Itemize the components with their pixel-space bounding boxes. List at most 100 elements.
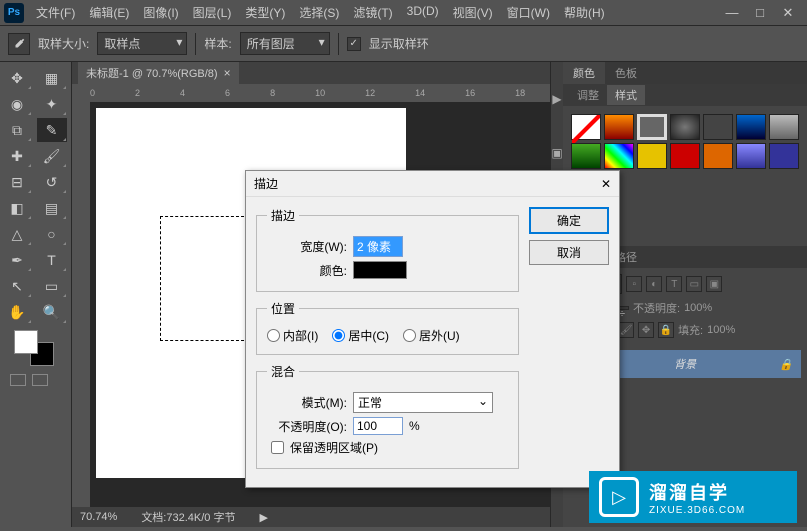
style-swatch[interactable] — [604, 143, 634, 169]
stroke-dialog: 描边 ✕ 描边 宽度(W): 2 像素 颜色: 位置 内部(I) 居中(C) — [245, 170, 620, 488]
filter-adjust-icon[interactable]: ◐ — [646, 276, 662, 292]
divider — [195, 33, 196, 55]
pos-center-radio[interactable]: 居中(C) — [332, 327, 389, 344]
menu-edit[interactable]: 编辑(E) — [83, 2, 135, 23]
style-swatch[interactable] — [736, 114, 766, 140]
quickmask-icon[interactable] — [10, 374, 26, 386]
zoom-tool[interactable]: 🔍 — [37, 300, 67, 324]
select-tool[interactable]: ▦ — [37, 66, 67, 90]
lock-pos-icon[interactable]: ✥ — [638, 322, 654, 338]
filter-type-icon[interactable]: T — [666, 276, 682, 292]
blur-tool[interactable]: △ — [2, 222, 32, 246]
eyedropper-tool[interactable]: ✎ — [37, 118, 67, 142]
hand-tool[interactable]: ✋ — [2, 300, 32, 324]
menu-file[interactable]: 文件(F) — [30, 2, 81, 23]
show-ring-checkbox[interactable]: ✓ — [347, 37, 361, 51]
style-swatch[interactable] — [670, 114, 700, 140]
style-swatch[interactable] — [703, 114, 733, 140]
tab-swatches[interactable]: 色板 — [605, 62, 647, 84]
crop-tool[interactable]: ⧉ — [2, 118, 32, 142]
opacity-input[interactable] — [353, 417, 403, 435]
ok-button[interactable]: 确定 — [529, 207, 609, 234]
preserve-checkbox[interactable] — [271, 441, 284, 454]
menu-type[interactable]: 类型(Y) — [239, 2, 291, 23]
position-legend: 位置 — [267, 300, 299, 317]
tab-close-icon[interactable]: × — [224, 66, 231, 80]
lasso-tool[interactable]: ◉ — [2, 92, 32, 116]
menu-layer[interactable]: 图层(L) — [187, 2, 238, 23]
strip-icon[interactable]: ▶ — [552, 92, 561, 106]
style-swatch[interactable] — [769, 143, 799, 169]
maximize-button[interactable]: □ — [751, 5, 769, 21]
style-swatch[interactable] — [637, 143, 667, 169]
heal-tool[interactable]: ✚ — [2, 144, 32, 168]
filter-image-icon[interactable]: ▫ — [626, 276, 642, 292]
brush-tool[interactable]: 🖌 — [37, 144, 67, 168]
dialog-title: 描边 — [254, 175, 278, 192]
menu-3d[interactable]: 3D(D) — [401, 2, 445, 23]
opacity-label: 不透明度(O): — [267, 418, 347, 435]
shape-tool[interactable]: ▭ — [37, 274, 67, 298]
lock-pixels-icon[interactable]: 🖌 — [618, 322, 634, 338]
pos-inside-radio[interactable]: 内部(I) — [267, 327, 318, 344]
pos-outside-radio[interactable]: 居外(U) — [403, 327, 460, 344]
history-tool[interactable]: ↺ — [37, 170, 67, 194]
close-button[interactable]: ✕ — [779, 5, 797, 21]
sample-size-select[interactable]: 取样点 — [97, 32, 187, 55]
eraser-tool[interactable]: ◧ — [2, 196, 32, 220]
strip-icon[interactable]: ▣ — [551, 146, 562, 160]
opacity-label: 不透明度: — [633, 300, 680, 316]
dodge-tool[interactable]: ○ — [37, 222, 67, 246]
opacity-value[interactable]: 100% — [684, 302, 712, 314]
color-picker[interactable] — [353, 261, 407, 279]
style-swatch[interactable] — [736, 143, 766, 169]
menu-view[interactable]: 视图(V) — [447, 2, 499, 23]
fill-value[interactable]: 100% — [707, 324, 735, 336]
menu-bar: 文件(F) 编辑(E) 图像(I) 图层(L) 类型(Y) 选择(S) 滤镜(T… — [30, 2, 723, 23]
zoom-level[interactable]: 70.74% — [80, 511, 117, 523]
style-swatch[interactable] — [637, 114, 667, 140]
path-tool[interactable]: ↖ — [2, 274, 32, 298]
gradient-tool[interactable]: ▤ — [37, 196, 67, 220]
style-swatch[interactable] — [703, 143, 733, 169]
width-input[interactable]: 2 像素 — [353, 236, 403, 257]
menu-window[interactable]: 窗口(W) — [501, 2, 556, 23]
position-group: 位置 内部(I) 居中(C) 居外(U) — [256, 300, 519, 355]
filter-smart-icon[interactable]: ▣ — [706, 276, 722, 292]
tab-styles[interactable]: 样式 — [607, 85, 645, 105]
status-arrow-icon[interactable]: ▶ — [259, 511, 267, 524]
menu-image[interactable]: 图像(I) — [137, 2, 184, 23]
minimize-button[interactable]: — — [723, 5, 741, 21]
filter-shape-icon[interactable]: ▭ — [686, 276, 702, 292]
wand-tool[interactable]: ✦ — [37, 92, 67, 116]
screenmode-icon[interactable] — [32, 374, 48, 386]
title-bar: Ps 文件(F) 编辑(E) 图像(I) 图层(L) 类型(Y) 选择(S) 滤… — [0, 0, 807, 26]
dialog-close-icon[interactable]: ✕ — [601, 177, 611, 191]
dialog-titlebar[interactable]: 描边 ✕ — [246, 171, 619, 197]
style-swatch[interactable] — [769, 114, 799, 140]
sample-select[interactable]: 所有图层 — [240, 32, 330, 55]
menu-select[interactable]: 选择(S) — [293, 2, 345, 23]
stroke-group: 描边 宽度(W): 2 像素 颜色: — [256, 207, 519, 292]
tab-adjustments[interactable]: 调整 — [569, 85, 607, 105]
type-tool[interactable]: T — [37, 248, 67, 272]
color-panel-tabs: 颜色 色板 — [563, 62, 807, 84]
style-swatch[interactable] — [571, 143, 601, 169]
cancel-button[interactable]: 取消 — [529, 240, 609, 265]
style-swatch[interactable] — [670, 143, 700, 169]
tab-color[interactable]: 颜色 — [563, 62, 605, 84]
color-label: 颜色: — [267, 262, 347, 279]
screen-mode-icons — [10, 374, 69, 386]
fg-color[interactable] — [14, 330, 38, 354]
stamp-tool[interactable]: ⊟ — [2, 170, 32, 194]
style-swatch[interactable] — [604, 114, 634, 140]
lock-all-icon[interactable]: 🔒 — [658, 322, 674, 338]
move-tool[interactable]: ✥ — [2, 66, 32, 90]
tool-preset-icon[interactable] — [8, 33, 30, 55]
menu-help[interactable]: 帮助(H) — [558, 2, 611, 23]
menu-filter[interactable]: 滤镜(T) — [347, 2, 398, 23]
style-swatch[interactable] — [571, 114, 601, 140]
pen-tool[interactable]: ✒ — [2, 248, 32, 272]
mode-select[interactable]: 正常 — [353, 392, 493, 413]
document-tab[interactable]: 未标题-1 @ 70.7%(RGB/8) × — [78, 62, 239, 84]
